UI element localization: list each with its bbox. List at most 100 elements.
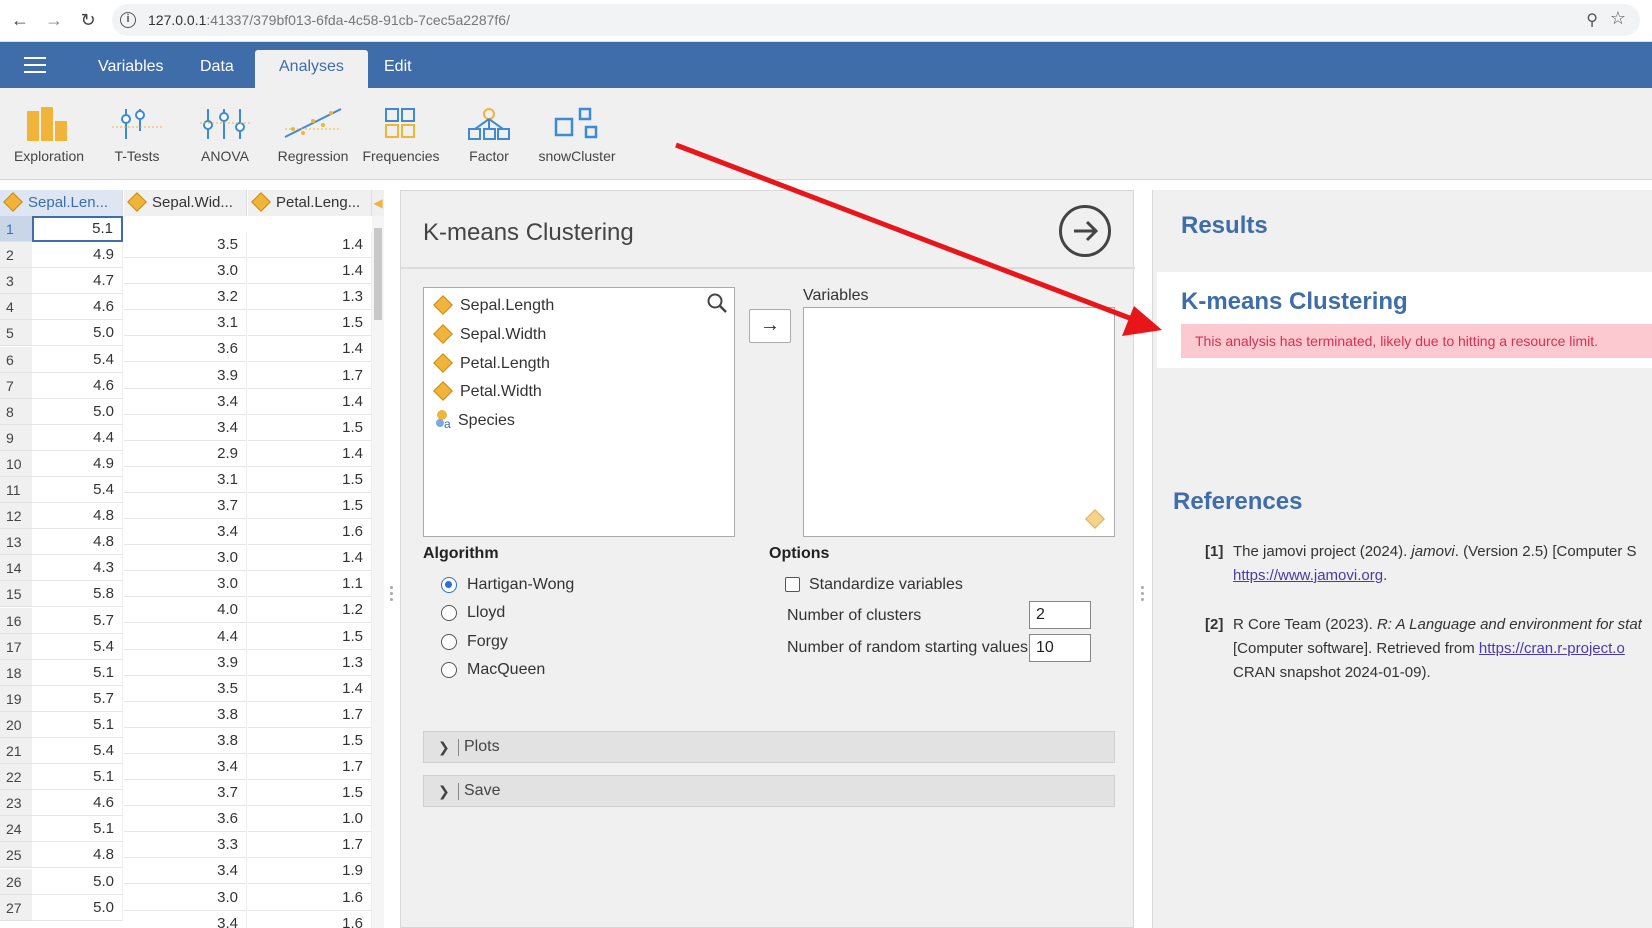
plots-section[interactable]: ❯ Plots [423,731,1115,763]
grid-cell[interactable]: 3.7 [124,493,247,519]
row-number[interactable]: 18 [0,659,32,686]
regression-button[interactable]: Regression [268,102,358,164]
row-number[interactable]: 5 [0,320,32,347]
row-number[interactable]: 7 [0,372,32,399]
grid-cell[interactable]: 1.4 [248,336,372,363]
grid-scrollbar[interactable] [372,216,384,928]
grid-cell[interactable]: 1.7 [248,701,372,728]
grid-cell[interactable]: 5.0 [32,868,123,895]
grid-cell[interactable]: 1.4 [248,545,372,572]
grid-cell[interactable]: 5.1 [32,816,123,843]
grid-cell[interactable]: 1.7 [248,362,372,389]
grid-cell[interactable]: 5.0 [32,894,123,921]
grid-cell[interactable]: 1.9 [248,858,372,885]
grid-cell[interactable]: 4.6 [32,372,123,399]
variable-item-petal-width[interactable]: Petal.Width [432,378,542,406]
tab-variables[interactable]: Variables [74,50,188,88]
grid-cell[interactable]: 5.7 [32,685,123,712]
site-info-icon[interactable]: i [120,12,136,28]
grid-cell[interactable]: 1.0 [248,806,372,833]
grid-cell[interactable]: 1.5 [248,727,372,754]
grid-cell[interactable]: 5.0 [32,398,123,425]
radio-dot[interactable] [441,662,457,678]
variable-item-sepal-width[interactable]: Sepal.Width [432,321,546,349]
grid-cell[interactable]: 3.3 [124,832,247,859]
target-variables-box[interactable] [803,307,1115,537]
row-number[interactable]: 6 [0,346,32,373]
grid-cell[interactable]: 1.5 [248,780,372,807]
scrollbar-thumb[interactable] [374,228,382,320]
row-number[interactable]: 16 [0,607,32,634]
grid-cell[interactable]: 1.4 [248,258,372,285]
radio-hartigan-wong[interactable]: Hartigan-Wong [441,573,574,597]
grid-cell[interactable]: 3.9 [124,362,247,389]
row-number[interactable]: 14 [0,555,32,582]
grid-cell[interactable]: 3.4 [124,858,247,885]
menu-icon[interactable] [24,57,46,73]
grid-cell[interactable]: 1.3 [248,649,372,676]
grid-cell[interactable]: 3.4 [124,414,247,441]
row-number[interactable]: 24 [0,816,32,843]
grid-cell[interactable]: 5.1 [32,764,123,791]
grid-cell[interactable]: 1.4 [248,675,372,702]
random-starts-input[interactable]: 10 [1029,634,1091,662]
forward-icon[interactable]: → [42,8,66,32]
grid-cell[interactable]: 3.5 [124,675,247,702]
save-section[interactable]: ❯ Save [423,775,1115,807]
grid-cell[interactable]: 1.5 [248,310,372,337]
row-number[interactable]: 2 [0,242,32,269]
source-variable-list[interactable]: Sepal.Length Sepal.Width Petal.Length Pe… [423,287,735,537]
search-icon[interactable] [706,292,728,314]
column-header-sepal-length[interactable]: Sepal.Len... [0,190,123,216]
grid-cell[interactable]: 1.5 [248,414,372,441]
grid-cell[interactable]: 5.1 [32,216,123,242]
tab-analyses[interactable]: Analyses [255,50,368,88]
snowcluster-button[interactable]: snowCluster [532,102,622,164]
grid-cell[interactable]: 5.4 [32,477,123,503]
row-number[interactable]: 25 [0,842,32,869]
row-number[interactable]: 20 [0,711,32,738]
row-number[interactable]: 12 [0,503,32,530]
grid-cell[interactable]: 4.9 [32,242,123,269]
row-number[interactable]: 23 [0,790,32,817]
grid-cell[interactable]: 4.4 [124,623,247,650]
row-number[interactable]: 17 [0,633,32,660]
radio-dot[interactable] [441,605,457,621]
grid-cell[interactable]: 4.8 [32,842,123,869]
row-number[interactable]: 26 [0,868,32,895]
row-number[interactable]: 10 [0,450,32,477]
grid-cell[interactable]: 5.1 [32,711,123,738]
grid-cell[interactable]: 1.5 [248,493,372,519]
row-number[interactable]: 15 [0,581,32,608]
tab-data[interactable]: Data [176,50,258,88]
grid-cell[interactable]: 1.5 [248,466,372,493]
bookmark-star-icon[interactable]: ☆ [1610,8,1626,29]
grid-cell[interactable]: 5.0 [32,320,123,347]
jamovi-link[interactable]: https://www.jamovi.org [1233,567,1383,584]
data-grid[interactable]: Sepal.Len... Sepal.Wid... Petal.Leng... … [0,190,384,928]
url-text[interactable]: 127.0.0.1:41337/379bf013-6fda-4c58-91cb-… [148,12,510,28]
grid-cell[interactable]: 1.6 [248,519,372,546]
row-number[interactable]: 8 [0,398,32,425]
grid-cell[interactable]: 1.1 [248,571,372,598]
row-number[interactable]: 22 [0,764,32,791]
radio-forgy[interactable]: Forgy [441,630,508,654]
address-bar[interactable]: i 127.0.0.1:41337/379bf013-6fda-4c58-91c… [112,4,1640,36]
ttests-button[interactable]: T-Tests [92,102,182,164]
grid-cell[interactable]: 5.8 [32,581,123,608]
row-number[interactable]: 9 [0,424,32,451]
result-card[interactable]: K-means Clustering This analysis has ter… [1157,272,1652,368]
column-header-petal-length[interactable]: Petal.Leng... [248,190,372,216]
grid-cell[interactable]: 3.2 [124,284,247,311]
hide-options-button[interactable] [1059,205,1111,257]
grid-cell[interactable]: 3.4 [124,910,247,928]
standardize-checkbox[interactable]: Standardize variables [781,573,963,597]
row-number[interactable]: 21 [0,738,32,764]
variable-item-sepal-length[interactable]: Sepal.Length [432,292,554,320]
resize-handle[interactable] [1141,586,1145,604]
row-number[interactable]: 11 [0,477,32,503]
grid-cell[interactable]: 1.5 [248,623,372,650]
grid-cell[interactable]: 1.6 [248,910,372,928]
row-number[interactable]: 13 [0,529,32,556]
tab-edit[interactable]: Edit [360,50,436,88]
